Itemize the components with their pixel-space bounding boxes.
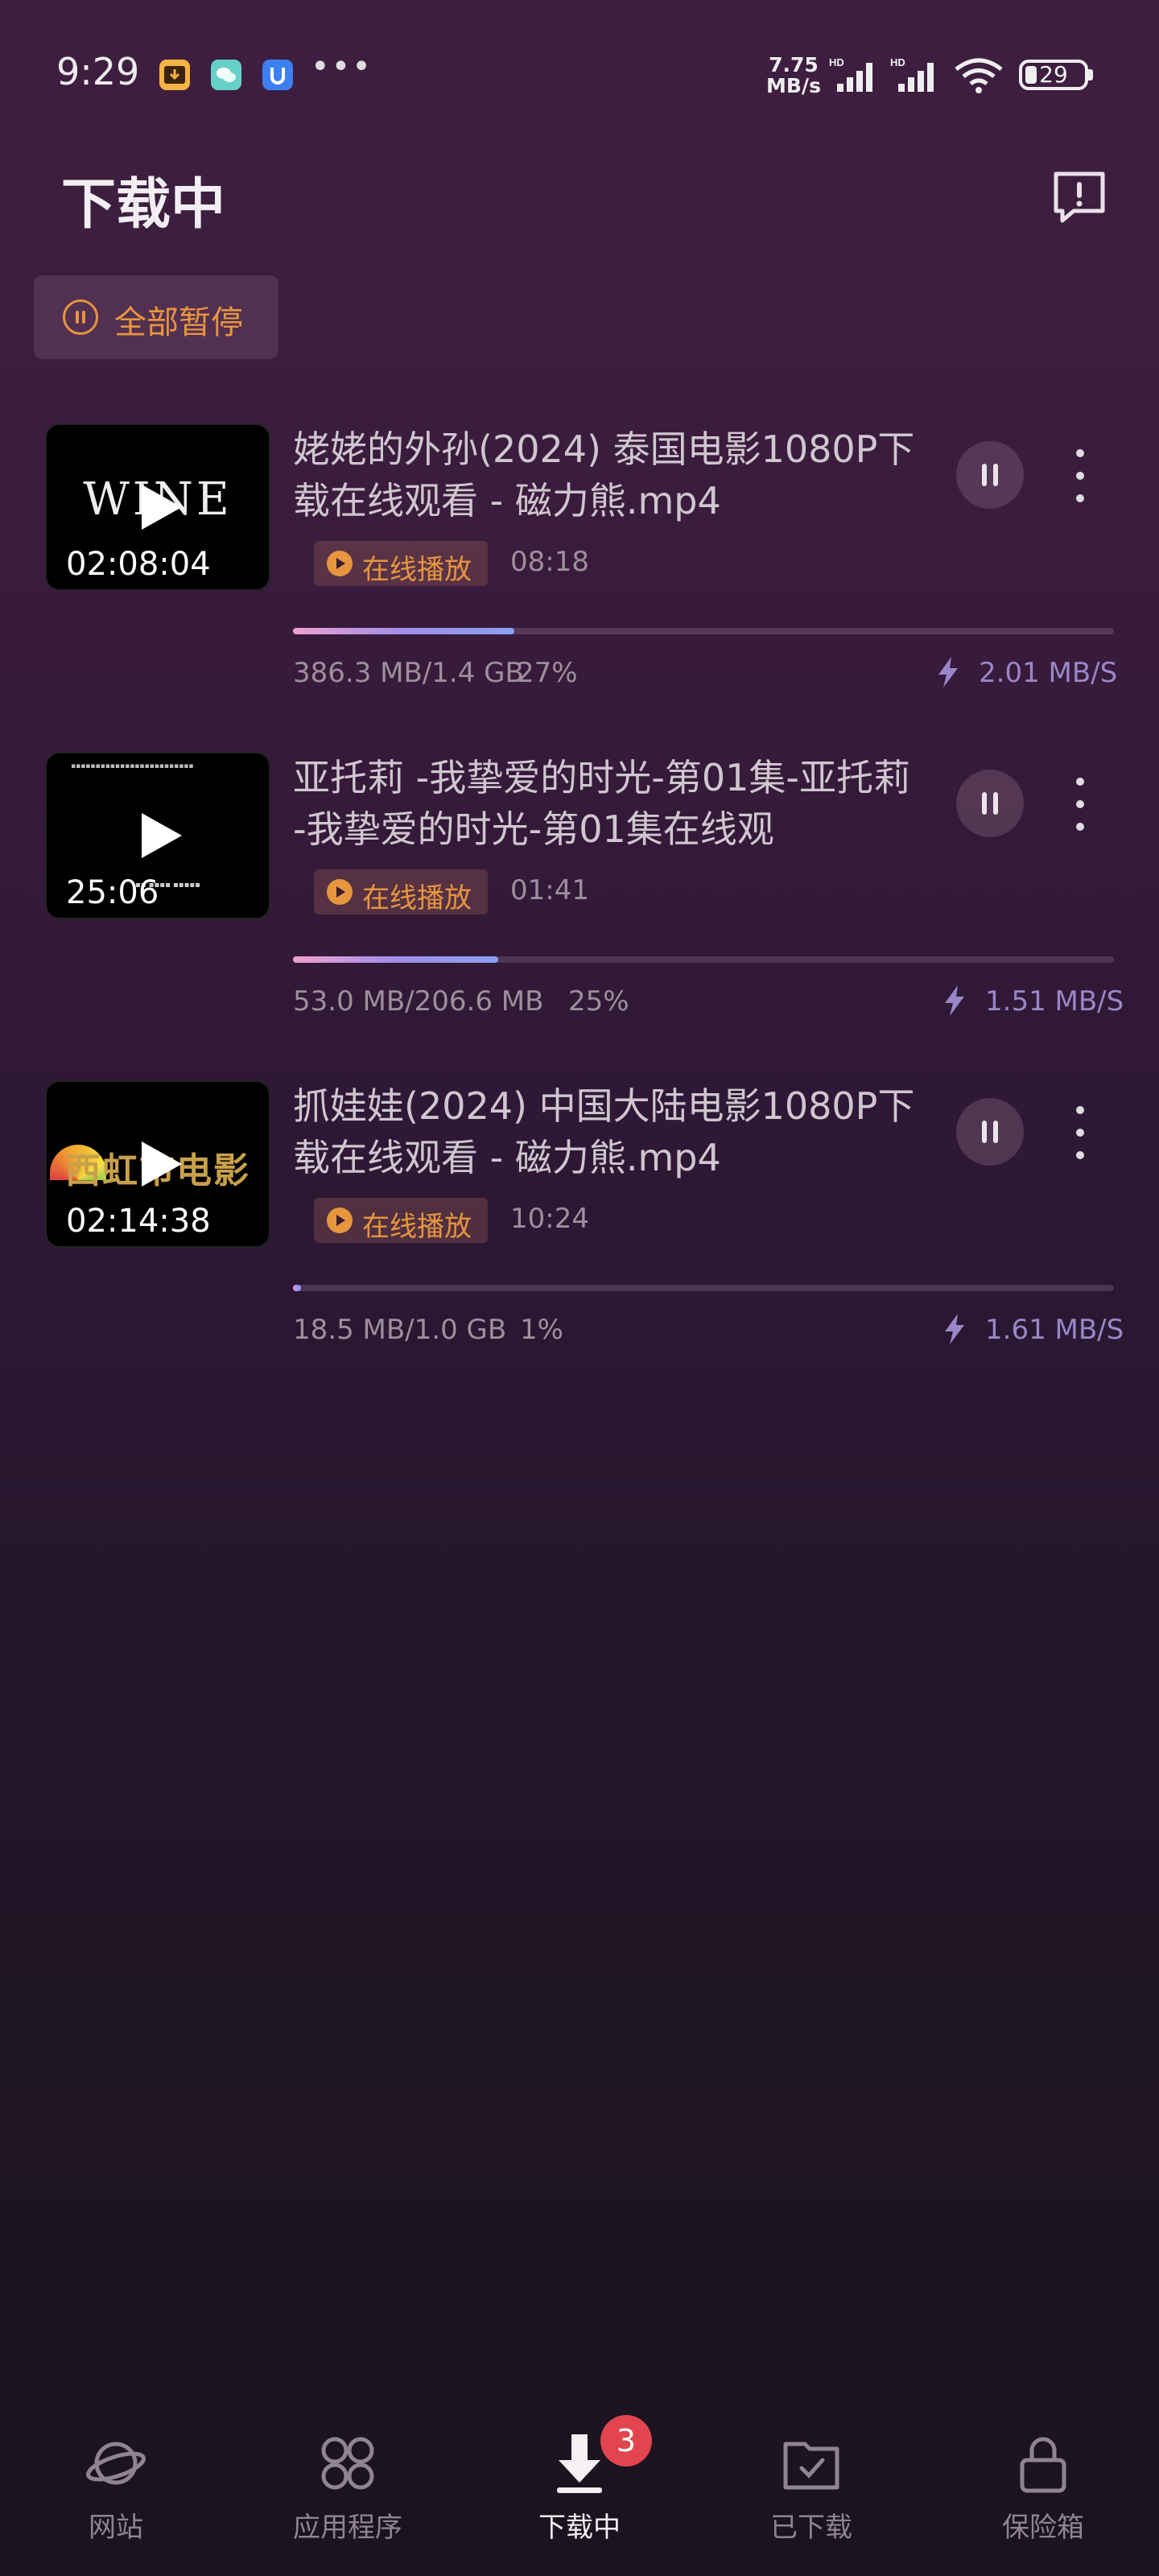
lightning-icon bbox=[945, 985, 964, 1016]
hd-signal-icon: HD bbox=[829, 56, 872, 92]
progress-bar bbox=[293, 628, 1114, 634]
play-circle-icon bbox=[327, 879, 353, 905]
download-item[interactable]: ▪▪▪▪▪▪▪▪▪▪▪▪▪▪▪▪▪▪▪▪▪▪▪▪▪ ▪▪ ▪▪▪▪ ▪▪▪▪▪ … bbox=[0, 752, 1159, 1042]
svg-text:HD: HD bbox=[829, 56, 844, 68]
lightning-icon bbox=[945, 1314, 964, 1344]
status-time: 9:29 bbox=[56, 50, 140, 93]
network-speed-unit: MB/s bbox=[766, 74, 821, 97]
more-options-icon[interactable] bbox=[1062, 448, 1098, 504]
play-position: 08:18 bbox=[510, 546, 589, 578]
battery-icon: 29 bbox=[1019, 60, 1088, 90]
pause-all-button[interactable]: 全部暂停 bbox=[34, 275, 278, 359]
pause-button[interactable] bbox=[956, 770, 1024, 837]
planet-icon bbox=[86, 2442, 146, 2485]
download-speed: 1.51 MB/S bbox=[942, 982, 1124, 1019]
download-title: 抓娃娃(2024) 中国大陆电影1080P下载在线观看 - 磁力熊.mp4 bbox=[293, 1084, 915, 1179]
progress-fill bbox=[293, 1285, 302, 1291]
play-online-label: 在线播放 bbox=[362, 882, 472, 914]
more-options-icon[interactable] bbox=[1062, 776, 1098, 832]
nav-item-websites[interactable]: 网站 bbox=[0, 2407, 232, 2576]
download-percent: 1% bbox=[520, 1314, 563, 1346]
u-app-icon bbox=[262, 60, 293, 90]
play-online-label: 在线播放 bbox=[362, 554, 472, 586]
nav-label: 网站 bbox=[89, 2512, 143, 2544]
progress-bar bbox=[293, 1285, 1114, 1291]
play-icon bbox=[142, 813, 182, 858]
play-icon bbox=[142, 485, 182, 530]
bottom-nav: 网站 应用程序 3 下载中 已下载 保险箱 bbox=[0, 2407, 1159, 2576]
pause-button[interactable] bbox=[956, 441, 1024, 509]
apps-grid-icon bbox=[321, 2437, 374, 2490]
play-position: 01:41 bbox=[510, 874, 589, 906]
video-duration: 02:08:04 bbox=[66, 546, 211, 583]
video-thumbnail[interactable]: ▪▪▪▪▪▪▪▪▪▪▪▪▪▪▪▪▪▪▪▪▪▪▪▪▪ ▪▪ ▪▪▪▪ ▪▪▪▪▪ … bbox=[45, 752, 270, 919]
feedback-icon[interactable] bbox=[1050, 167, 1109, 227]
download-title: 姥姥的外孙(2024) 泰国电影1080P下载在线观看 - 磁力熊.mp4 bbox=[293, 427, 915, 522]
download-speed-text: 1.51 MB/S bbox=[985, 985, 1124, 1018]
progress-fill bbox=[293, 956, 498, 963]
badge-count: 3 bbox=[616, 2423, 637, 2458]
nav-label: 应用程序 bbox=[293, 2512, 402, 2544]
nav-label: 已下载 bbox=[770, 2512, 852, 2544]
more-dots-icon: ••• bbox=[311, 48, 373, 85]
hd-signal-icon: HD bbox=[890, 56, 934, 92]
network-speed-value: 7.75 bbox=[769, 53, 819, 76]
nav-item-downloading[interactable]: 3 下载中 bbox=[464, 2407, 695, 2576]
pause-circle-icon bbox=[63, 299, 98, 335]
lock-icon bbox=[1020, 2437, 1066, 2493]
download-speed: 1.61 MB/S bbox=[942, 1311, 1124, 1348]
wechat-icon bbox=[211, 60, 241, 90]
network-speed: 7.75 MB/s bbox=[766, 55, 821, 97]
play-icon bbox=[142, 1141, 182, 1187]
nav-item-apps[interactable]: 应用程序 bbox=[232, 2407, 464, 2576]
play-position: 10:24 bbox=[510, 1203, 589, 1235]
folder-check-icon bbox=[783, 2442, 839, 2490]
download-app-icon bbox=[159, 60, 190, 90]
progress-fill bbox=[293, 628, 515, 634]
video-duration: 02:14:38 bbox=[66, 1203, 211, 1240]
nav-label: 下载中 bbox=[538, 2512, 621, 2544]
download-item[interactable]: 西虹市电影 02:14:38 抓娃娃(2024) 中国大陆电影1080P下载在线… bbox=[0, 1080, 1159, 1370]
pause-all-label: 全部暂停 bbox=[114, 304, 243, 341]
pause-button[interactable] bbox=[956, 1098, 1024, 1166]
download-percent: 25% bbox=[568, 985, 629, 1018]
notification-badge: 3 bbox=[600, 2415, 652, 2467]
thumbnail-caption-art: ▪▪▪▪▪▪▪▪▪▪▪▪▪▪▪▪▪▪▪▪▪▪▪▪▪ bbox=[71, 762, 194, 770]
download-percent: 27% bbox=[517, 657, 578, 689]
play-circle-icon bbox=[327, 551, 353, 576]
status-bar: 9:29 ••• 7.75 MB/s HD HD 29 bbox=[0, 0, 1159, 145]
video-thumbnail[interactable]: WINE 02:08:04 bbox=[45, 423, 270, 591]
progress-bar bbox=[293, 956, 1114, 963]
nav-item-downloaded[interactable]: 已下载 bbox=[695, 2407, 927, 2576]
download-title: 亚托莉 -我挚爱的时光-第01集-亚托莉 -我挚爱的时光-第01集在线观 bbox=[293, 756, 910, 851]
play-online-label: 在线播放 bbox=[362, 1211, 472, 1243]
wifi-icon bbox=[955, 58, 1003, 93]
play-online-button[interactable]: 在线播放 bbox=[314, 541, 488, 586]
download-size: 53.0 MB/206.6 MB bbox=[293, 985, 544, 1018]
video-duration: 25:06 bbox=[66, 874, 159, 911]
download-speed: 2.01 MB/S bbox=[935, 654, 1118, 691]
battery-tip bbox=[1088, 69, 1093, 80]
download-speed-text: 1.61 MB/S bbox=[985, 1314, 1124, 1346]
download-size: 18.5 MB/1.0 GB bbox=[293, 1314, 507, 1346]
download-speed-text: 2.01 MB/S bbox=[979, 657, 1118, 689]
nav-label: 保险箱 bbox=[1002, 2512, 1084, 2544]
battery-level: 29 bbox=[1039, 61, 1068, 88]
play-online-button[interactable]: 在线播放 bbox=[314, 869, 488, 914]
more-options-icon[interactable] bbox=[1062, 1104, 1098, 1161]
download-size: 386.3 MB/1.4 GB bbox=[293, 657, 524, 689]
lightning-icon bbox=[938, 657, 958, 687]
play-circle-icon bbox=[327, 1208, 353, 1233]
download-item[interactable]: WINE 02:08:04 姥姥的外孙(2024) 泰国电影1080P下载在线观… bbox=[0, 423, 1159, 713]
nav-item-vault[interactable]: 保险箱 bbox=[927, 2407, 1159, 2576]
play-online-button[interactable]: 在线播放 bbox=[314, 1198, 488, 1243]
page-title: 下载中 bbox=[61, 173, 226, 237]
svg-text:HD: HD bbox=[890, 56, 905, 68]
video-thumbnail[interactable]: 西虹市电影 02:14:38 bbox=[45, 1080, 270, 1248]
